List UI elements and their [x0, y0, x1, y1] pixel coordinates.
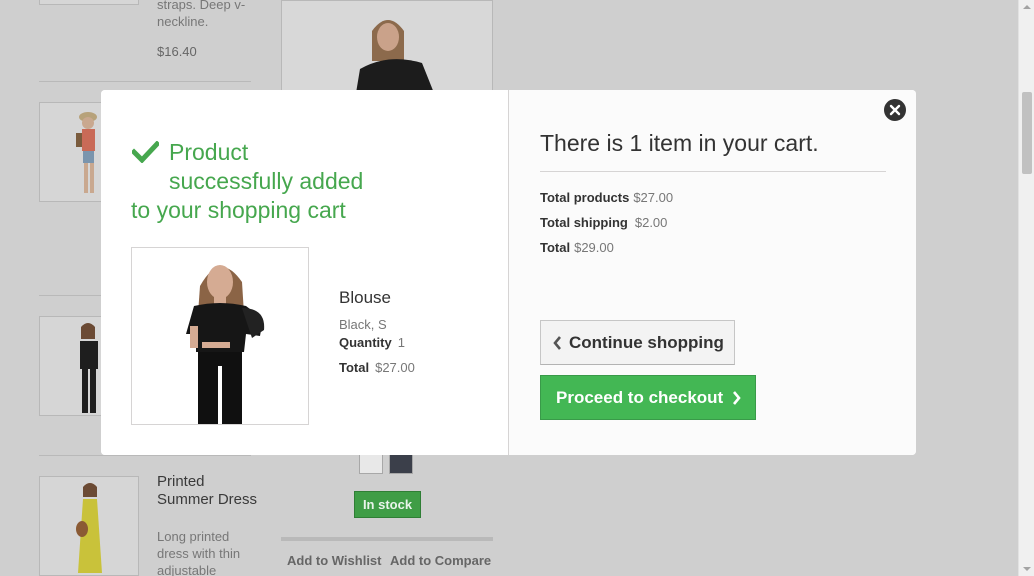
total-products-row: Total products $27.00: [540, 190, 673, 205]
product-image: [40, 477, 138, 575]
product-thumbnail[interactable]: [281, 0, 493, 92]
add-to-cart-modal: Product successfully added to your shopp…: [101, 90, 916, 455]
added-product-total: Total $27.00: [339, 360, 415, 375]
cart-summary-panel: There is 1 item in your cart. Total prod…: [508, 90, 916, 455]
total-label: Total: [339, 360, 370, 375]
continue-shopping-label: Continue shopping: [569, 332, 724, 352]
cart-total-label: Total: [540, 240, 571, 255]
added-product-quantity: Quantity 1: [339, 335, 405, 350]
quantity-label: Quantity: [339, 335, 392, 350]
close-modal-button[interactable]: [884, 99, 906, 121]
product-thumbnail[interactable]: [39, 0, 139, 5]
list-divider: [39, 81, 251, 82]
list-divider: [39, 455, 251, 456]
added-product-panel: Product successfully added to your shopp…: [101, 90, 508, 455]
added-product-image: [131, 247, 309, 425]
total-shipping-label: Total shipping: [540, 215, 628, 230]
product-thumbnail[interactable]: [39, 476, 139, 576]
cart-total-value: $29.00: [574, 240, 614, 255]
chevron-right-icon: [733, 390, 741, 405]
proceed-to-checkout-button[interactable]: Proceed to checkout: [540, 375, 756, 420]
product-image: [282, 1, 492, 91]
scroll-thumb[interactable]: [1022, 92, 1032, 174]
add-to-compare-link[interactable]: Add to Compare: [390, 553, 491, 568]
quantity-value: 1: [397, 335, 405, 350]
added-product-name: Blouse: [339, 288, 391, 307]
total-value: $27.00: [375, 360, 415, 375]
success-message: Product successfully added to your shopp…: [131, 138, 391, 225]
total-products-value: $27.00: [633, 190, 674, 205]
total-shipping-row: Total shipping $2.00: [540, 215, 667, 230]
total-products-label: Total products: [540, 190, 630, 205]
proceed-to-checkout-label: Proceed to checkout: [556, 387, 724, 407]
page-scrollbar[interactable]: [1018, 0, 1034, 576]
close-icon: [889, 104, 901, 116]
product-price: $16.40: [157, 44, 197, 59]
product-name[interactable]: Printed Summer Dress: [157, 473, 257, 509]
chevron-left-icon: [553, 335, 561, 350]
add-to-wishlist-link[interactable]: Add to Wishlist: [287, 553, 382, 568]
continue-shopping-button[interactable]: Continue shopping: [540, 320, 735, 365]
cart-total-row: Total $29.00: [540, 240, 614, 255]
scroll-down-arrow-icon[interactable]: [1023, 567, 1031, 571]
success-message-line: to your shopping cart: [131, 197, 346, 223]
summary-divider: [540, 171, 886, 172]
success-message-line: Product: [169, 139, 249, 165]
total-shipping-value: $2.00: [634, 215, 668, 230]
cart-item-count: There is 1 item in your cart.: [540, 130, 819, 156]
added-product-attributes: Black, S: [339, 317, 387, 332]
product-description: straps. Deep v-neckline.: [157, 0, 246, 29]
success-message-line: successfully added: [169, 168, 364, 194]
product-description: Long printed dress with thin adjustable: [157, 529, 241, 576]
stock-badge: In stock: [354, 491, 421, 518]
scroll-up-arrow-icon[interactable]: [1023, 5, 1031, 9]
card-divider: [281, 537, 493, 541]
